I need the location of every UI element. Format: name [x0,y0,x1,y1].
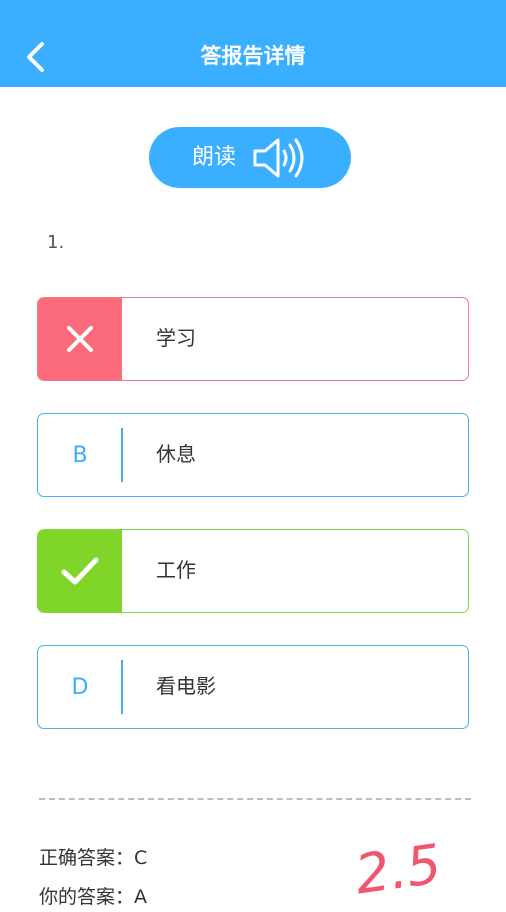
option-divider [121,660,123,714]
check-icon [61,557,99,585]
option-letter-badge: D [38,646,122,728]
option-letter: B [72,442,88,468]
option-c[interactable]: 工作 [37,529,469,613]
option-a[interactable]: 学习 [37,297,469,381]
correct-answer-text: 正确答案：C [39,847,148,869]
speaker-icon [253,138,304,178]
close-icon [67,326,93,352]
option-b[interactable]: B 休息 [37,413,469,497]
option-text: 休息 [156,442,196,466]
page-title: 答报告详情 [200,44,306,68]
wrong-badge [38,298,122,380]
dashed-divider [39,798,471,800]
option-d[interactable]: D 看电影 [37,645,469,729]
option-text: 学习 [156,326,196,350]
your-answer-text: 你的答案：A [39,886,147,908]
score-mark: 2.5 [352,834,445,900]
option-letter: D [71,674,89,700]
score-value: 2.5 [352,834,445,900]
option-text: 看电影 [156,674,216,698]
option-divider [121,428,123,482]
option-letter-badge: B [38,414,122,496]
correct-badge [38,530,122,612]
question-number: 1. [47,232,65,253]
read-aloud-label: 朗读 [192,145,237,170]
read-aloud-button[interactable]: 朗读 [149,127,351,188]
header-bar: 答报告详情 [0,0,506,87]
option-text: 工作 [156,558,196,582]
